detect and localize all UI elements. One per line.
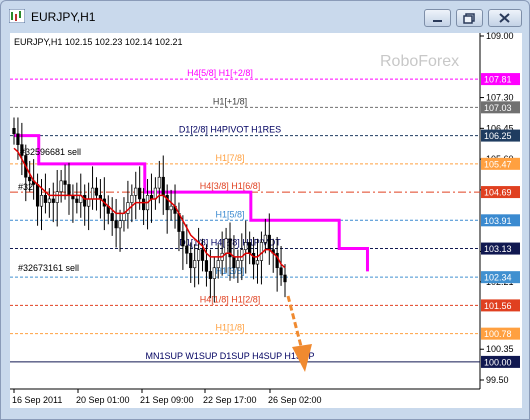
candle-body: [193, 260, 197, 269]
candle-body: [283, 274, 287, 283]
candle-body: [130, 195, 134, 203]
candle-body: [51, 198, 55, 203]
candle-body: [110, 213, 114, 221]
candle-body: [12, 128, 16, 135]
candle-body: [208, 271, 212, 279]
candle-body: [118, 220, 122, 229]
candle-body: [134, 187, 138, 196]
level-label: H4[1/8] H1[2/8]: [200, 294, 261, 304]
candle-body: [138, 187, 142, 200]
candle-body: [114, 220, 118, 229]
price-axis-label: 100.35: [486, 344, 514, 354]
level-label: H4[3/8] H1[6/8]: [200, 181, 261, 191]
level-label: H1[7/8]: [215, 153, 244, 163]
candle-body: [251, 252, 256, 265]
candle-body: [16, 133, 20, 145]
candle-body: [43, 195, 48, 203]
candle-body: [157, 176, 161, 189]
candle-body: [196, 249, 201, 261]
time-axis-label: 22 Sep 17:00: [203, 395, 257, 405]
candle-body: [122, 213, 126, 221]
chart-info: EURJPY,H1 102.15 102.23 102.14 102.21: [14, 37, 182, 47]
candle-body: [28, 176, 32, 182]
candle-body: [75, 198, 79, 203]
time-axis-label: 21 Sep 09:00: [140, 395, 194, 405]
candle-body: [35, 184, 40, 207]
price-tag-text: 102.34: [484, 273, 512, 283]
candle-body: [94, 187, 99, 196]
candle-body: [142, 198, 146, 211]
price-axis-label: 99.50: [486, 375, 509, 385]
level-label: MN1SUP W1SUP D1SUP H4SUP H1SUP: [146, 351, 315, 361]
price-tag-text: 100.78: [484, 329, 512, 339]
candle-body: [255, 260, 260, 265]
level-label: H1[1/8]: [215, 323, 244, 333]
candle-body: [90, 187, 95, 200]
candle-body: [232, 256, 236, 269]
candle-body: [224, 238, 228, 254]
candle-body: [267, 234, 271, 250]
price-chart[interactable]: EURJPY,H1 102.15 102.23 102.14 102.21 Ro…: [0, 0, 530, 420]
candle-body: [216, 260, 220, 269]
price-tag-text: 107.81: [484, 75, 512, 85]
candle-body: [39, 195, 44, 207]
candle-body: [189, 252, 193, 269]
level-label: H4[5/8] H1[+2/8]: [187, 68, 253, 78]
candle-body: [185, 245, 189, 254]
price-tag-text: 105.47: [484, 159, 512, 169]
candle-body: [200, 249, 205, 261]
candle-body: [169, 205, 173, 211]
time-axis-label: 26 Sep 02:00: [268, 395, 322, 405]
candle-body: [263, 234, 267, 243]
level-label: H1[+1/8]: [213, 96, 247, 106]
order-label-1: #32596681 sell: [20, 147, 81, 157]
candle-body: [244, 242, 248, 250]
level-label: H1[5/8]: [215, 209, 244, 219]
order-label-3: #32673161 sell: [18, 263, 79, 273]
candle-body: [248, 242, 252, 254]
price-tag-text: 103.91: [484, 216, 512, 226]
price-axis-label: 107.30: [486, 93, 514, 103]
candle-body: [47, 198, 51, 203]
price-tag-text: 104.69: [484, 188, 512, 198]
price-tag-text: 103.13: [484, 244, 512, 254]
price-axis-label: 109.00: [486, 31, 514, 41]
candle-body: [204, 260, 209, 272]
candle-body: [59, 180, 63, 193]
price-tag-text: 107.03: [484, 103, 512, 113]
time-axis-label: 16 Sep 2011: [12, 395, 62, 405]
time-axis-label: 20 Sep 01:00: [76, 395, 130, 405]
candle-body: [83, 195, 87, 207]
candle-body: [279, 267, 283, 276]
candle-body: [212, 267, 216, 279]
candle-body: [87, 198, 91, 207]
candle-body: [236, 260, 240, 269]
order-label-2: #32: [18, 182, 33, 192]
candle-body: [55, 191, 59, 203]
price-tag-text: 106.25: [484, 131, 512, 141]
candle-body: [161, 176, 165, 196]
candle-body: [63, 180, 67, 185]
level-label: D1[2/8] H4PIVOT H1RES: [179, 125, 281, 135]
price-tag-text: 101.56: [484, 301, 512, 311]
price-tag-text: 100.00: [484, 357, 512, 367]
watermark: RoboForex: [380, 53, 459, 70]
candle-body: [67, 184, 71, 196]
candle-body: [181, 231, 185, 247]
